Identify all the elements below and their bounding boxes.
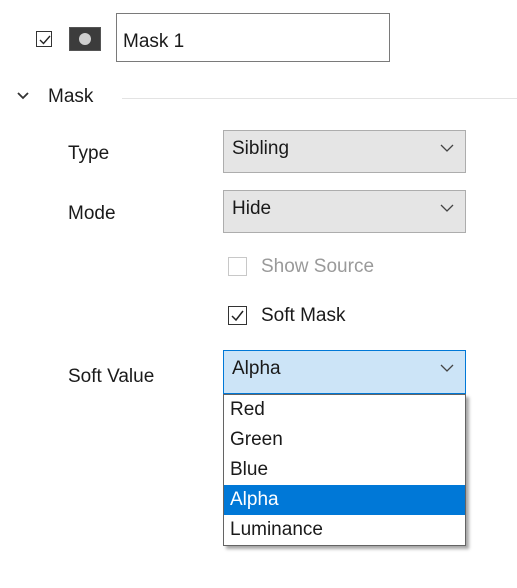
type-label: Type xyxy=(68,143,110,164)
layer-thumbnail-icon xyxy=(69,27,101,51)
layer-enabled-checkbox[interactable] xyxy=(36,31,52,47)
soft-value-select-value: Alpha xyxy=(232,358,281,379)
mode-select[interactable]: Hide xyxy=(223,190,466,233)
chevron-down-icon xyxy=(440,144,454,152)
soft-mask-label: Soft Mask xyxy=(261,305,346,326)
soft-value-label: Soft Value xyxy=(68,366,155,387)
soft-mask-checkbox[interactable] xyxy=(228,306,247,325)
soft-value-select[interactable]: Alpha xyxy=(223,350,466,394)
soft-value-option-blue[interactable]: Blue xyxy=(224,455,465,485)
chevron-down-icon[interactable] xyxy=(16,91,30,101)
chevron-down-icon xyxy=(440,204,454,212)
mode-label: Mode xyxy=(68,203,116,224)
section-title-mask[interactable]: Mask xyxy=(48,86,93,108)
layer-name-input[interactable] xyxy=(116,13,390,62)
chevron-down-icon xyxy=(440,364,454,372)
checkmark-icon xyxy=(231,310,244,322)
soft-value-option-luminance[interactable]: Luminance xyxy=(224,515,465,545)
soft-value-option-alpha[interactable]: Alpha xyxy=(224,485,465,515)
soft-value-option-red[interactable]: Red xyxy=(224,395,465,425)
type-select[interactable]: Sibling xyxy=(223,130,466,173)
soft-value-dropdown-list: Red Green Blue Alpha Luminance xyxy=(223,394,466,546)
checkmark-icon xyxy=(39,35,51,45)
section-divider xyxy=(122,98,517,99)
type-select-value: Sibling xyxy=(232,138,290,159)
mode-select-value: Hide xyxy=(232,198,272,219)
show-source-label: Show Source xyxy=(261,256,375,277)
show-source-checkbox[interactable] xyxy=(228,257,247,276)
soft-value-option-green[interactable]: Green xyxy=(224,425,465,455)
